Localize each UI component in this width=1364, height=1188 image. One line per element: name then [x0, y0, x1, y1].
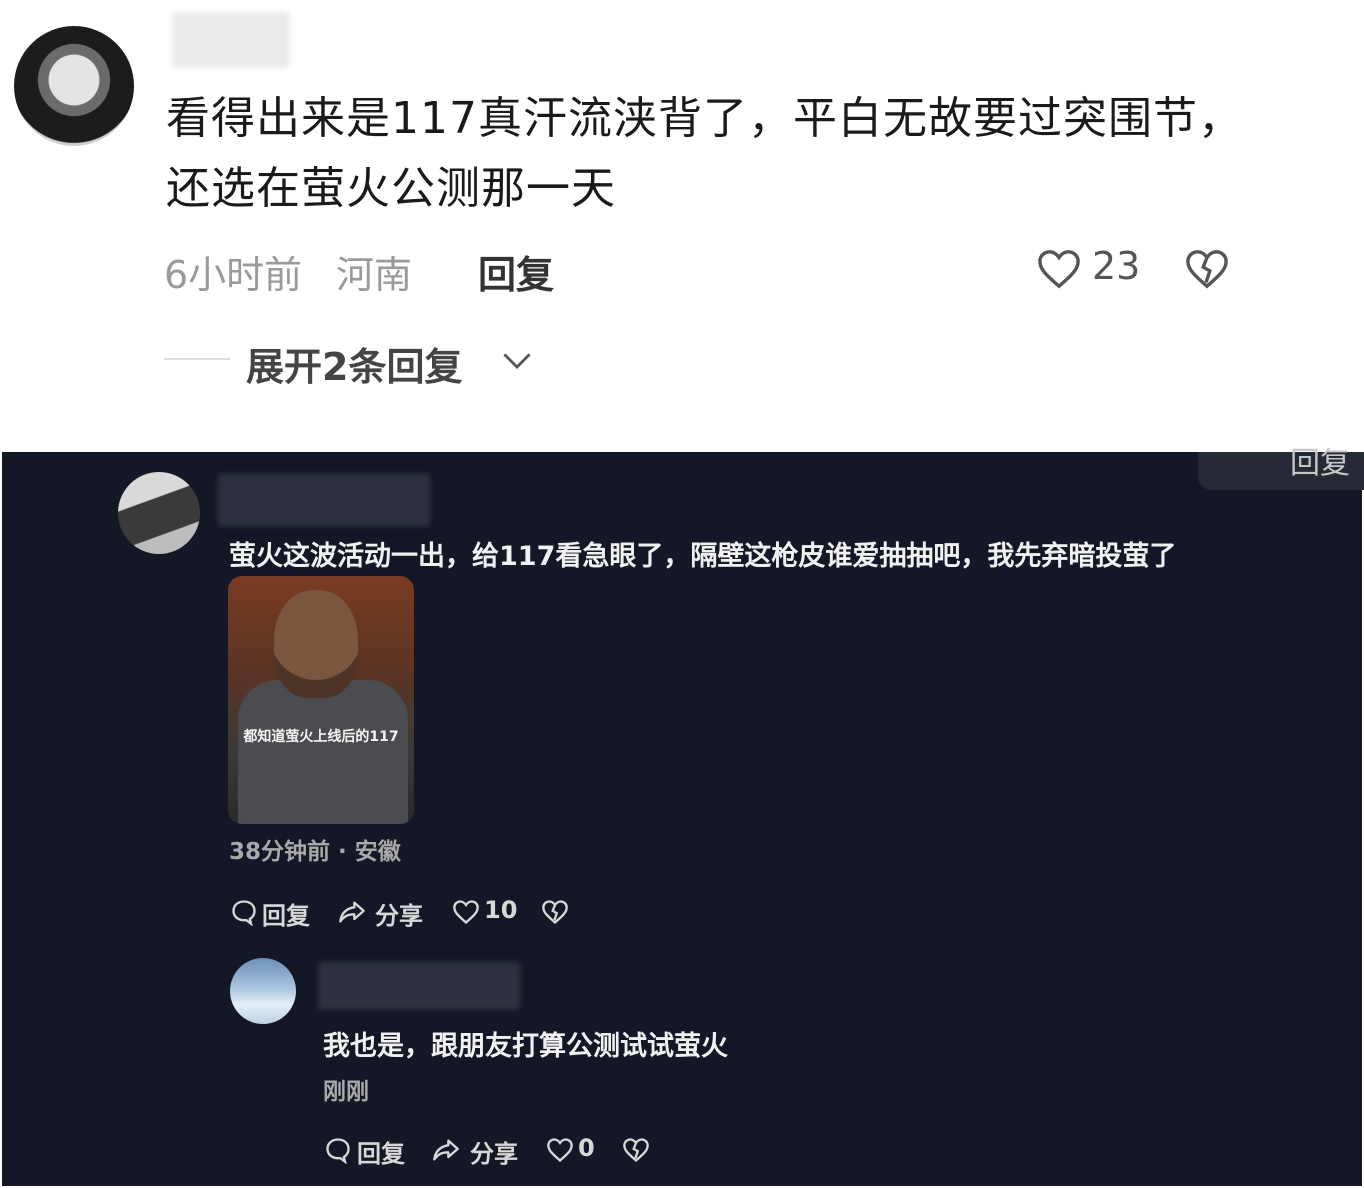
comment-meta: 刚刚 [323, 1079, 369, 1105]
comment-time: 6小时前 [164, 253, 303, 297]
broken-heart-icon[interactable] [622, 1136, 650, 1164]
username-blurred[interactable] [218, 474, 430, 526]
comment-text: 萤火这波活动一出，给117看急眼了，隔壁这枪皮谁爱抽抽吧，我先弃暗投萤了 [229, 541, 1177, 572]
reply-button[interactable]: 回复 [262, 896, 310, 931]
comment-text: 看得出来是117真汗流浃背了，平白无故要过突围节，还选在萤火公测那一天 [166, 93, 1243, 214]
comment-region: 河南 [336, 253, 413, 297]
username-blurred[interactable] [318, 962, 520, 1010]
broken-heart-icon[interactable] [541, 898, 569, 926]
like-count: 10 [484, 896, 518, 924]
share-icon[interactable] [338, 898, 366, 926]
expand-divider [164, 358, 230, 360]
share-icon[interactable] [432, 1136, 460, 1164]
heart-icon[interactable] [1036, 248, 1082, 290]
meme-figure-face [274, 590, 358, 698]
meme-image[interactable]: 都知道萤火上线后的117 [228, 576, 414, 824]
reply-button[interactable]: 回复 [478, 244, 554, 299]
reply-button[interactable]: 回复 [357, 1134, 405, 1169]
username-blurred[interactable] [172, 12, 290, 68]
comment-bubble-icon[interactable] [230, 898, 258, 926]
avatar[interactable] [14, 26, 134, 146]
expand-replies-button[interactable]: 展开2条回复 [246, 336, 462, 391]
heart-icon[interactable] [452, 898, 480, 926]
heart-icon[interactable] [546, 1136, 574, 1164]
like-count: 23 [1092, 244, 1141, 288]
comment-text: 我也是，跟朋友打算公测试试萤火 [323, 1031, 728, 1062]
share-button[interactable]: 分享 [375, 896, 423, 931]
corner-reply-label: 回复 [1290, 446, 1350, 481]
like-count: 0 [578, 1134, 595, 1162]
share-button[interactable]: 分享 [470, 1134, 518, 1169]
comment-meta: 38分钟前 · 安徽 [229, 839, 401, 865]
meme-caption: 都知道萤火上线后的117 [243, 729, 399, 745]
comment-bubble-icon[interactable] [324, 1136, 352, 1164]
avatar[interactable] [118, 472, 200, 554]
chevron-down-icon[interactable] [500, 346, 534, 374]
avatar[interactable] [230, 958, 296, 1024]
meme-figure-shirt [238, 680, 408, 824]
broken-heart-icon[interactable] [1184, 248, 1230, 290]
